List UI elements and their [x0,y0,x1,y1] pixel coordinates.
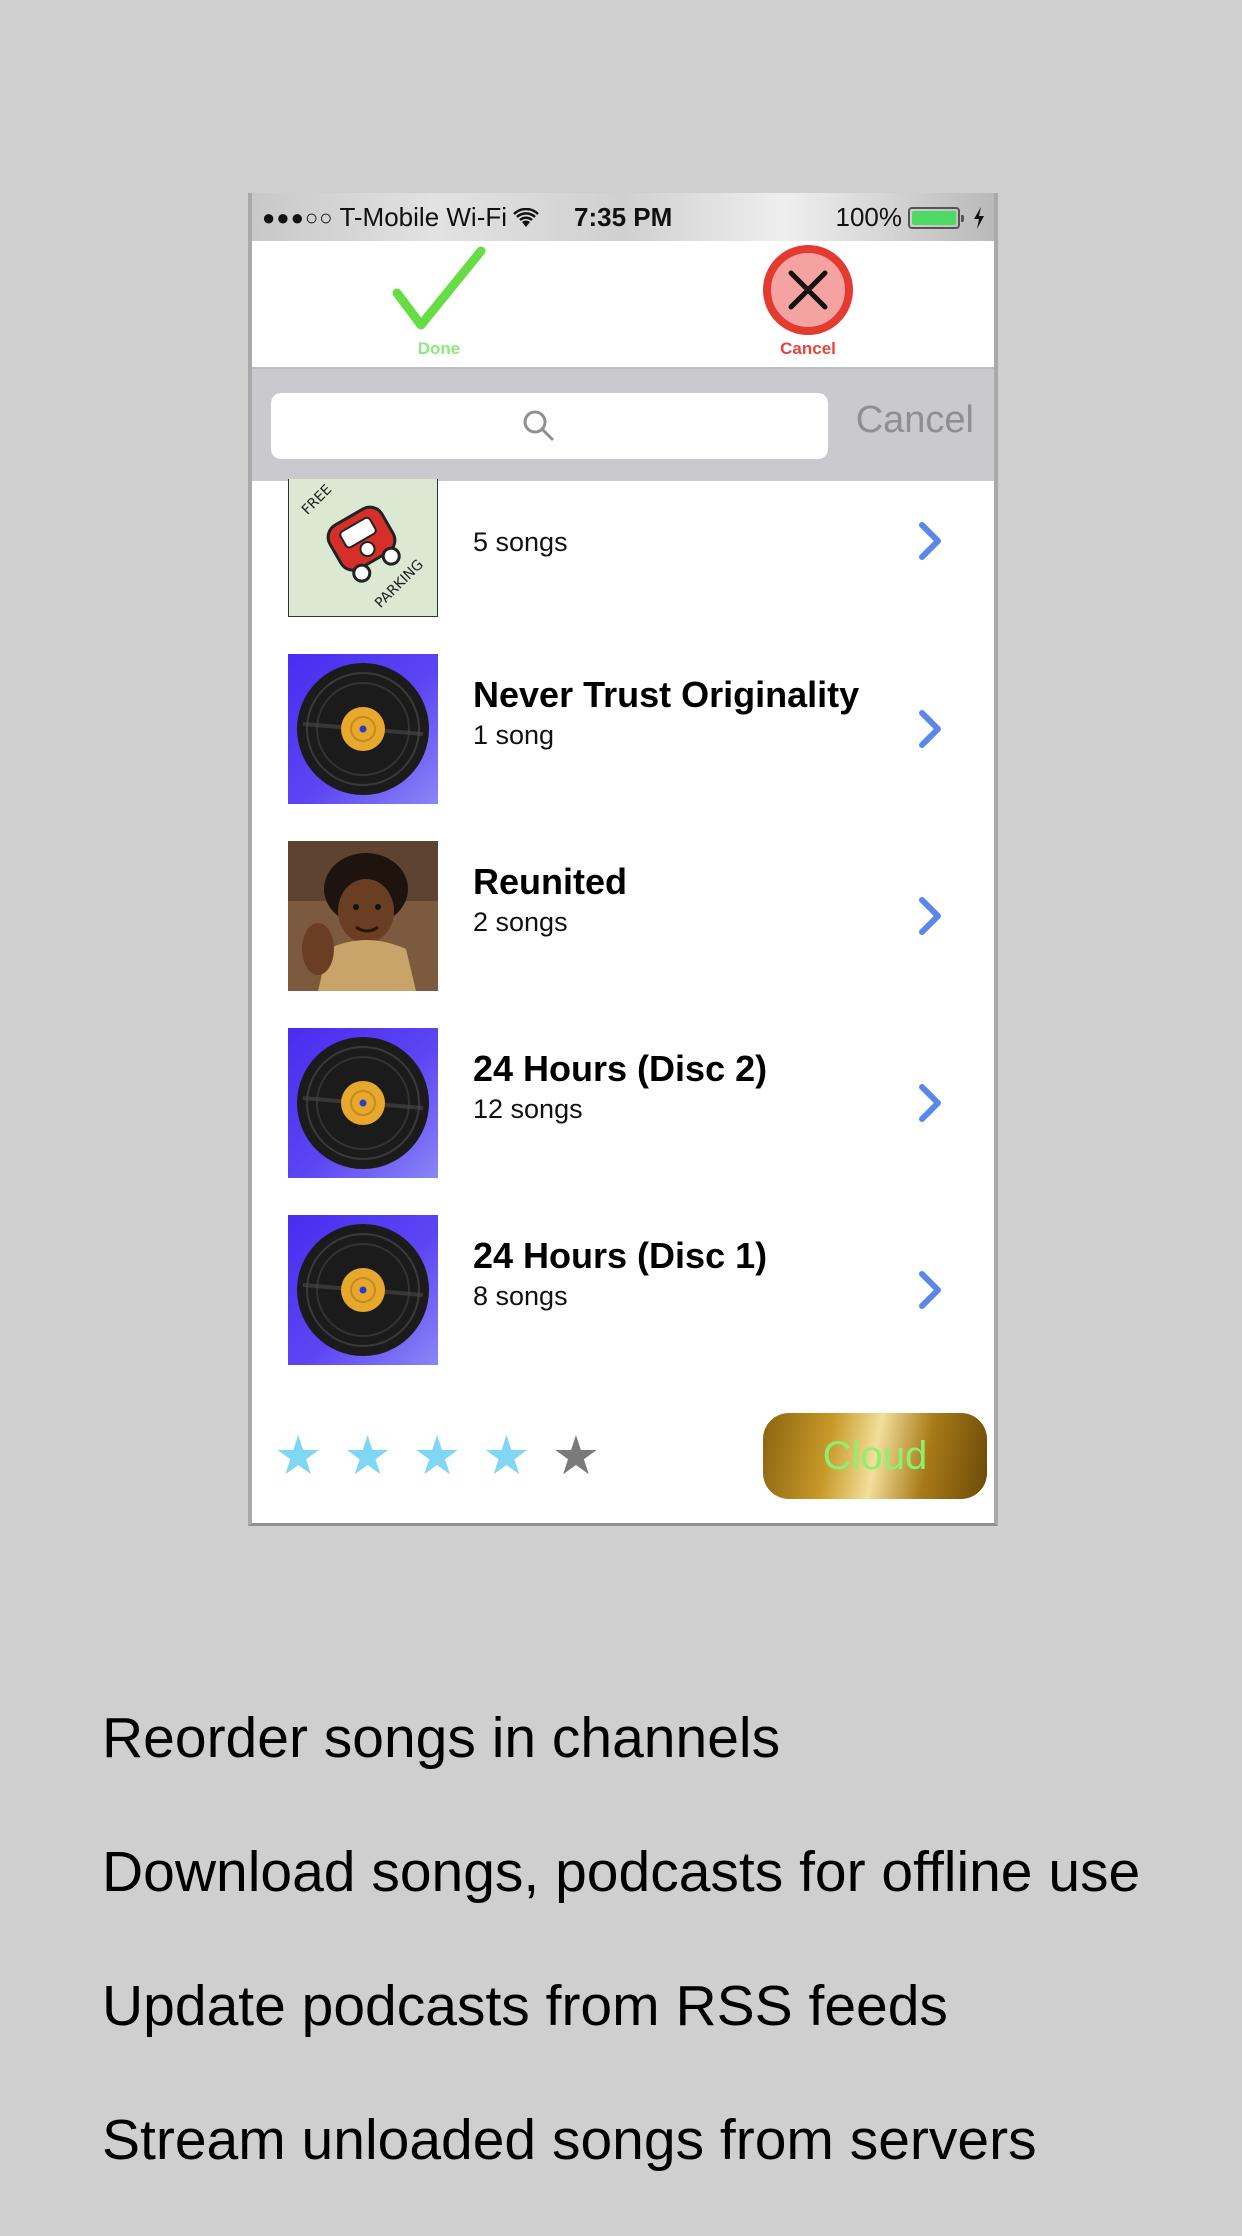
album-title: Never Trust Originality [473,674,860,715]
album-title: 24 Hours (Disc 1) [473,1235,768,1276]
feature-item: Update podcasts from RSS feeds [102,1974,948,2038]
album-art-vinyl [288,654,438,804]
feature-item: Download songs, podcasts for offline use [102,1840,1141,1904]
close-circle-icon [763,245,853,335]
album-row[interactable]: Reunited 2 songs [252,823,994,1010]
wifi-icon [513,207,539,227]
chevron-right-icon [919,897,941,935]
svg-text:PARKING: PARKING [372,557,427,612]
chevron-right-icon [919,522,941,560]
star-icon[interactable]: ★ [482,1429,530,1483]
chevron-right-icon [919,710,941,748]
top-toolbar: Done Cancel [252,241,994,367]
album-title: Reunited [473,861,628,902]
vinyl-record-icon [297,1224,429,1356]
album-song-count: 5 songs [473,527,568,557]
svg-text:FREE: FREE [299,482,335,518]
search-bar: Cancel [252,367,994,481]
battery-level [912,210,956,225]
feature-list: Reorder songs in channels Download songs… [102,1700,1140,2236]
carrier-name: T-Mobile Wi-Fi [339,202,508,232]
album-row[interactable]: FREE PARKING 5 songs [252,479,994,636]
vinyl-record-icon [297,1037,429,1169]
album-song-count: 8 songs [473,1281,568,1311]
album-title: 24 Hours (Disc 2) [473,1048,768,1089]
feature-item: Stream unloaded songs from servers [102,2108,1037,2172]
album-row[interactable]: Never Trust Originality 1 song [252,636,994,823]
battery-percent: 100% [835,202,903,232]
charging-bolt-icon [974,206,984,229]
cancel-button[interactable]: Cancel [728,241,888,367]
album-list: FREE PARKING 5 songs Never Trust Origina… [252,479,994,1379]
battery-icon [908,206,964,229]
chevron-right-icon [919,1271,941,1309]
album-art-free-parking: FREE PARKING [288,479,438,617]
checkmark-icon [392,246,486,330]
star-icon[interactable]: ★ [343,1429,391,1483]
album-art-vinyl [288,1215,438,1365]
album-art-portrait [288,841,438,991]
cloud-button[interactable]: Cloud [763,1413,987,1499]
album-song-count: 12 songs [473,1094,583,1124]
phone-screen: ●●●○○ T-Mobile Wi-Fi 7:35 PM 100% Done C… [248,193,998,1526]
album-art-vinyl [288,1028,438,1178]
album-song-count: 2 songs [473,907,568,937]
album-row[interactable]: 24 Hours (Disc 1) 8 songs [252,1197,994,1379]
done-button[interactable]: Done [359,241,519,367]
feature-item: Reorder songs in channels [102,1706,781,1770]
signal-strength: ●●●○○ [262,204,334,230]
chevron-right-icon [919,1084,941,1122]
cancel-label: Cancel [780,339,836,358]
status-bar: ●●●○○ T-Mobile Wi-Fi 7:35 PM 100% [252,193,994,241]
clock: 7:35 PM [574,202,673,232]
free-parking-artwork: FREE PARKING [299,482,427,612]
bottom-bar: ★ ★ ★ ★ ★ Cloud [252,1379,994,1523]
star-rating[interactable]: ★ ★ ★ ★ ★ [274,1429,600,1483]
portrait-photo [288,841,438,991]
search-cancel-button[interactable]: Cancel [856,399,974,442]
star-icon[interactable]: ★ [413,1429,461,1483]
album-song-count: 1 song [473,720,555,750]
star-icon[interactable]: ★ [274,1429,322,1483]
search-icon [523,410,554,441]
star-icon[interactable]: ★ [552,1429,600,1483]
done-label: Done [417,339,461,358]
vinyl-record-icon [297,663,429,795]
album-row[interactable]: 24 Hours (Disc 2) 12 songs [252,1010,994,1197]
